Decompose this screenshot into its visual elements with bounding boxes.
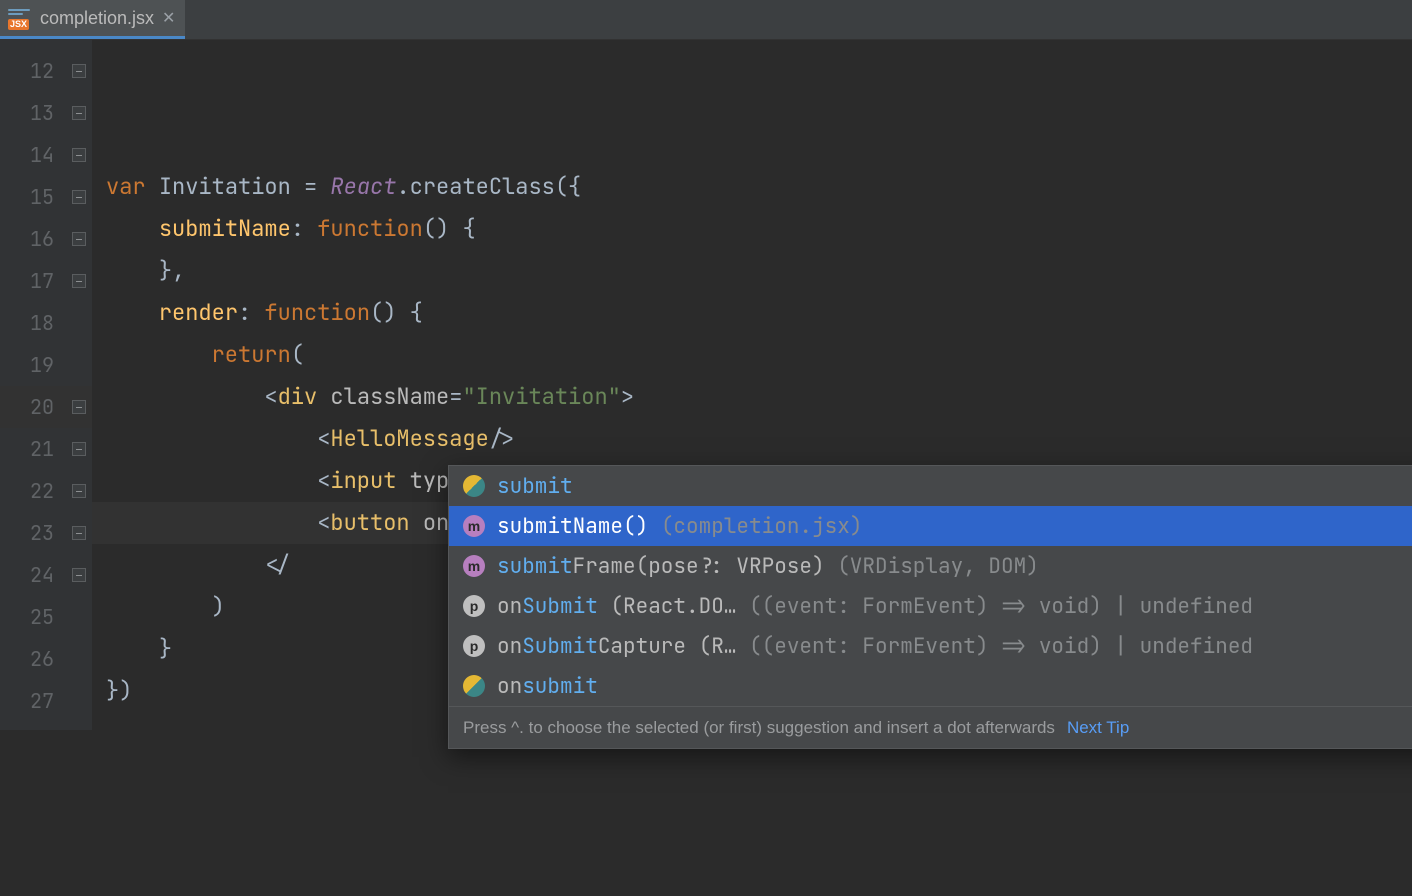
gutter: 12131415161718192021222324252627 [0, 40, 92, 730]
code-line[interactable]: }, [92, 250, 1412, 292]
line-number: 25 [0, 596, 92, 638]
completion-label: submit [497, 473, 1412, 500]
jsx-file-icon: JSX [8, 6, 32, 30]
completion-label: onsubmit [497, 673, 1412, 700]
tab-bar: JSX completion.jsx ✕ [0, 0, 1412, 40]
fold-handle-icon[interactable] [72, 64, 86, 78]
line-number: 19 [0, 344, 92, 386]
tab-filename: completion.jsx [40, 8, 154, 29]
file-tab-active[interactable]: JSX completion.jsx ✕ [0, 0, 185, 39]
line-number: 23 [0, 512, 92, 554]
completion-popup: submitmsubmitName() (completion.jsx)msub… [448, 465, 1412, 749]
fold-handle-icon[interactable] [72, 400, 86, 414]
line-number: 17 [0, 260, 92, 302]
code-line[interactable]: render: function() { [92, 292, 1412, 334]
code-line[interactable] [92, 796, 1412, 838]
js-icon [463, 675, 485, 697]
completion-item[interactable]: m submitFrame(pose?: VRPose) (VRDisplay, … [449, 546, 1412, 586]
completion-label: submitName() (completion.jsx) [497, 513, 1412, 540]
line-number: 14 [0, 134, 92, 176]
line-number: 24 [0, 554, 92, 596]
completion-item[interactable]: m submitName() (completion.jsx) [449, 506, 1412, 546]
line-number: 26 [0, 638, 92, 680]
line-number: 13 [0, 92, 92, 134]
method-icon: m [463, 555, 485, 577]
completion-item[interactable]: submit [449, 466, 1412, 506]
completion-item[interactable]: p onSubmitCapture (R… ((event: FormEvent)… [449, 626, 1412, 666]
code-line[interactable]: <div className="Invitation"> [92, 376, 1412, 418]
line-number: 21 [0, 428, 92, 470]
property-icon: p [463, 595, 485, 617]
completion-item[interactable]: p onSubmit (React.DO… ((event: FormEvent)… [449, 586, 1412, 626]
fold-handle-icon[interactable] [72, 190, 86, 204]
code-line[interactable] [92, 754, 1412, 796]
completion-item[interactable]: onsubmit [449, 666, 1412, 706]
fold-handle-icon[interactable] [72, 442, 86, 456]
fold-handle-icon[interactable] [72, 484, 86, 498]
close-icon[interactable]: ✕ [162, 8, 175, 28]
line-number: 22 [0, 470, 92, 512]
fold-handle-icon[interactable] [72, 274, 86, 288]
completion-label: onSubmitCapture (R… ((event: FormEvent) … [497, 633, 1412, 660]
fold-handle-icon[interactable] [72, 568, 86, 582]
fold-handle-icon[interactable] [72, 232, 86, 246]
fold-handle-icon[interactable] [72, 526, 86, 540]
line-number: 15 [0, 176, 92, 218]
code-line[interactable]: var Invitation = React.createClass({ [92, 166, 1412, 208]
code-line[interactable]: return( [92, 334, 1412, 376]
editor: 12131415161718192021222324252627 var Inv… [0, 40, 1412, 730]
code-area[interactable]: var Invitation = React.createClass({ sub… [92, 40, 1412, 730]
fold-handle-icon[interactable] [72, 148, 86, 162]
completion-label: onSubmit (React.DO… ((event: FormEvent) … [497, 593, 1412, 620]
completion-label: submitFrame(pose?: VRPose) (VRDisplay, D… [497, 553, 1412, 580]
js-icon [463, 475, 485, 497]
code-line[interactable]: submitName: function() { [92, 208, 1412, 250]
line-number: 18 [0, 302, 92, 344]
line-number: 27 [0, 680, 92, 722]
next-tip-link[interactable]: Next Tip [1067, 718, 1129, 738]
code-line[interactable]: <HelloMessage/> [92, 418, 1412, 460]
method-icon: m [463, 515, 485, 537]
property-icon: p [463, 635, 485, 657]
line-number: 20 [0, 386, 92, 428]
line-number: 16 [0, 218, 92, 260]
hint-text: Press ^. to choose the selected (or firs… [463, 718, 1055, 738]
completion-hint: Press ^. to choose the selected (or firs… [449, 706, 1412, 748]
fold-handle-icon[interactable] [72, 106, 86, 120]
line-number: 12 [0, 50, 92, 92]
